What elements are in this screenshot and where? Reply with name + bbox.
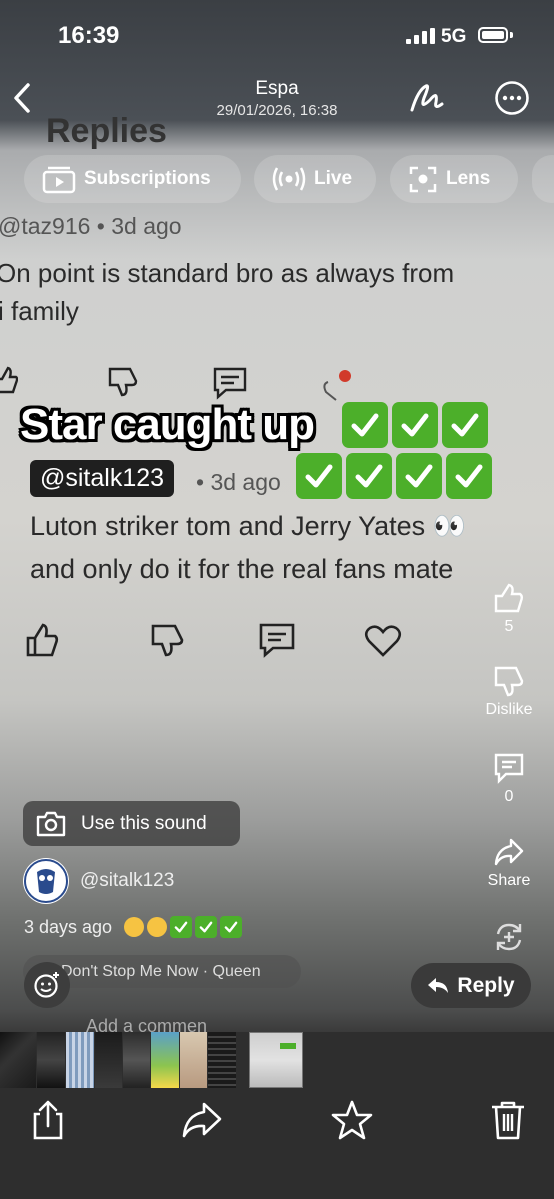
thumbnail-selected[interactable] [249, 1032, 303, 1088]
signal-icon [406, 28, 435, 44]
dislike-button[interactable]: Dislike [478, 665, 540, 719]
emoji-button[interactable] [24, 962, 70, 1008]
reply-button[interactable]: Reply [411, 963, 531, 1008]
lens-icon [409, 166, 437, 193]
like-count: 5 [504, 618, 514, 635]
author-handle[interactable]: @sitalk123 [80, 870, 174, 892]
checkmark-icon [392, 402, 438, 448]
reply1-comment-icon [213, 367, 247, 400]
thumbnail[interactable] [0, 1032, 36, 1088]
camera-icon [36, 811, 66, 836]
reply-arrow-icon [428, 977, 449, 993]
thumbnail[interactable] [151, 1032, 179, 1088]
checkmark-icon [446, 453, 492, 499]
album-title: Espa [255, 78, 299, 99]
laughing-emoji-icon [124, 917, 145, 937]
battery-icon [478, 27, 508, 43]
bottom-toolbar [0, 1088, 554, 1199]
reply-label: Reply [457, 973, 515, 997]
more-options-icon[interactable] [494, 80, 530, 116]
remix-button[interactable] [478, 920, 540, 958]
checkmark-icon [396, 453, 442, 499]
chip-lens-label: Lens [446, 168, 491, 189]
reply1-dislike-icon [108, 367, 138, 397]
share-arrow-icon [494, 838, 524, 866]
owl-logo-icon [24, 859, 68, 903]
thumbnail[interactable] [123, 1032, 150, 1088]
share-button[interactable]: Share [478, 836, 540, 890]
reply2-handle: @sitalk123 [30, 460, 175, 497]
use-sound-button[interactable]: Use this sound [23, 801, 240, 846]
nav-bar: Espa 29/01/2026, 16:38 [0, 72, 554, 128]
reply2-dislike-icon [151, 624, 184, 657]
laughing-emoji-icon [147, 917, 168, 937]
thumbnail[interactable] [180, 1032, 207, 1088]
reply2-heart-icon [364, 625, 402, 657]
comment-input[interactable]: Add a commen [86, 1016, 207, 1032]
checkmark-row-top [342, 402, 488, 448]
posted-ago: 3 days ago [24, 916, 113, 937]
reply2-line2: and only do it for the real fans mate [30, 554, 454, 584]
chip-live-label: Live [314, 168, 353, 189]
live-icon [272, 167, 306, 191]
network-type: 5G [441, 26, 467, 47]
markup-icon[interactable] [408, 80, 446, 116]
thumbnail-strip[interactable] [0, 1032, 554, 1088]
reply2-like-icon [26, 623, 59, 657]
checkmark-icon [296, 453, 342, 499]
remix-icon [496, 923, 522, 951]
use-sound-label: Use this sound [81, 812, 207, 834]
forward-icon[interactable] [180, 1098, 224, 1142]
share-label: Share [487, 872, 531, 889]
thumbnail[interactable] [66, 1032, 94, 1088]
overlay-caption: Star caught up [20, 400, 315, 449]
chip-subscriptions: Subscriptions [24, 155, 241, 203]
checkmark-icon [195, 916, 218, 938]
thumbnail[interactable] [208, 1032, 236, 1088]
reply1-heart-icon [323, 370, 351, 401]
reply1-line2: i family [0, 296, 79, 326]
dislike-label: Dislike [485, 701, 533, 718]
share-icon[interactable] [26, 1098, 70, 1142]
checkmark-icon [442, 402, 488, 448]
thumbnail[interactable] [95, 1032, 122, 1088]
reply2-comment-icon [259, 623, 295, 658]
reply1-like-icon [0, 366, 18, 394]
comment-icon [494, 753, 524, 784]
dislike-icon [494, 666, 524, 697]
checkmark-row-bottom [296, 453, 492, 499]
comment-count: 0 [504, 788, 514, 805]
chip-live: Live [254, 155, 376, 203]
favorite-star-icon[interactable] [330, 1098, 374, 1142]
photo-datetime: 29/01/2026, 16:38 [216, 102, 338, 119]
smiley-icon [34, 972, 59, 998]
checkmark-icon [342, 402, 388, 448]
battery-tip [510, 32, 513, 38]
trash-icon[interactable] [486, 1098, 530, 1142]
chip-subscriptions-label: Subscriptions [84, 168, 211, 189]
reply1-user: @taz916 • 3d ago [0, 213, 182, 239]
reply1-line1: On point is standard bro as always from [0, 258, 455, 288]
like-button[interactable]: 5 [478, 582, 540, 636]
avatar[interactable] [23, 858, 69, 904]
checkmark-icon [220, 916, 243, 938]
like-icon [494, 583, 523, 613]
checkmark-icon [170, 916, 193, 938]
chip-lens: Lens [390, 155, 518, 203]
posted-info: 3 days ago [24, 916, 243, 938]
status-time: 16:39 [58, 22, 120, 49]
thumbnail[interactable] [37, 1032, 65, 1088]
checkmark-icon [346, 453, 392, 499]
comments-button[interactable]: 0 [478, 752, 540, 806]
subscriptions-icon [42, 166, 76, 194]
reply2-time: • 3d ago [196, 469, 281, 495]
status-bar: 16:39 5G [0, 0, 554, 70]
reply2-line1: Luton striker tom and Jerry Yates 👀 [30, 511, 467, 541]
